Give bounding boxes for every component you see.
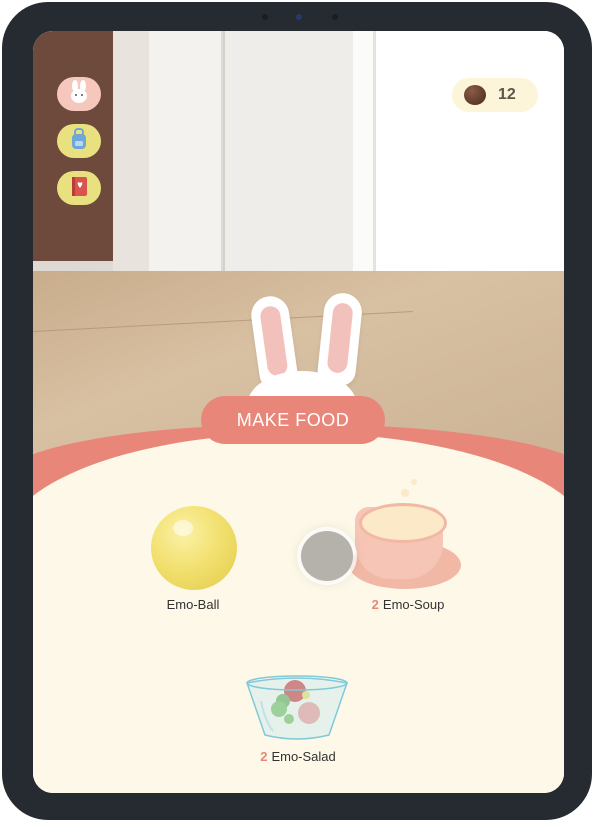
make-food-button[interactable]: MAKE FOOD — [201, 396, 385, 444]
emo-soup-name: Emo-Soup — [382, 597, 445, 612]
emo-soup-qty: 2 — [371, 597, 379, 612]
book-icon — [66, 173, 92, 204]
emo-soup-broth — [359, 503, 447, 543]
backpack-icon — [66, 126, 92, 157]
emo-salad-name: Emo-Salad — [271, 749, 336, 764]
chocolate-coin-icon — [464, 85, 486, 105]
emo-ball-item[interactable] — [151, 506, 237, 590]
emo-ball-name: Emo-Ball — [166, 597, 220, 612]
backpack-button[interactable] — [57, 124, 101, 158]
book-button[interactable] — [57, 171, 101, 205]
currency-count: 12 — [498, 86, 516, 103]
app-screen: 12 MAKE FOOD Emo-Ball 2 Emo-Soup 2 Emo-Sal… — [33, 31, 564, 793]
emo-salad-qty: 2 — [260, 749, 268, 764]
pet-profile-button[interactable] — [57, 77, 101, 111]
emo-salad-item[interactable] — [243, 661, 351, 745]
emo-salad-label: 2 Emo-Salad — [233, 749, 363, 764]
bunny-icon — [66, 79, 92, 110]
emo-ball-label: Emo-Ball — [143, 597, 243, 612]
door — [223, 31, 355, 281]
front-camera — [252, 12, 348, 22]
dragged-food-ball[interactable] — [301, 531, 353, 581]
currency-counter: 12 — [452, 78, 538, 112]
emo-soup-label: 2 Emo-Soup — [343, 597, 473, 612]
